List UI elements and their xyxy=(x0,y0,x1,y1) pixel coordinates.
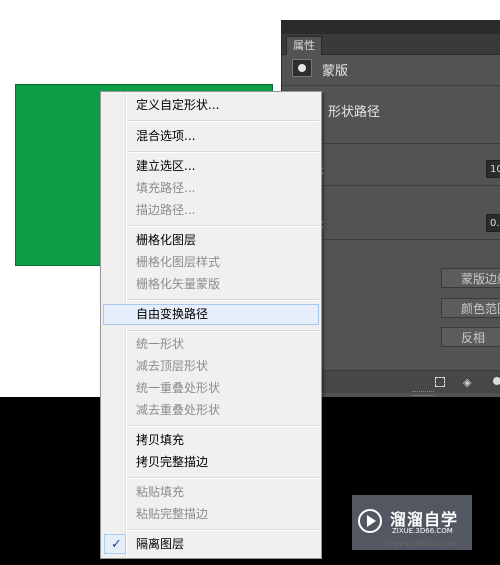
divider xyxy=(282,85,500,86)
menu-item-copy-complete-stroke[interactable]: 拷贝完整描边 xyxy=(103,452,319,473)
menu-item-isolate-layers[interactable]: ✓ 隔离图层 xyxy=(103,534,319,555)
menu-item-define-custom-shape[interactable]: 定义自定形状... xyxy=(103,95,319,116)
menu-item-unite-at-overlap[interactable]: 统一重叠处形状 xyxy=(103,378,319,399)
menu-item-rasterize-layer-style[interactable]: 栅格化图层样式 xyxy=(103,252,319,273)
menu-item-paste-fill[interactable]: 粘贴填充 xyxy=(103,482,319,503)
load-selection-icon[interactable] xyxy=(435,377,445,387)
play-logo-icon xyxy=(358,509,382,533)
mask-edge-button[interactable]: 蒙版边缘 xyxy=(441,268,500,288)
mask-icon xyxy=(292,59,312,77)
menu-separator xyxy=(128,120,319,122)
menu-item-stroke-path[interactable]: 描边路径... xyxy=(103,200,319,221)
menu-item-free-transform-path[interactable]: 自由变换路径 xyxy=(103,304,319,325)
resize-grip[interactable] xyxy=(412,391,434,396)
menu-item-subtract-front-shape[interactable]: 减去顶层形状 xyxy=(103,356,319,377)
menu-separator xyxy=(128,425,319,427)
menu-item-fill-path[interactable]: 填充路径... xyxy=(103,178,319,199)
menu-separator xyxy=(128,477,319,479)
menu-separator xyxy=(128,529,319,531)
visibility-icon[interactable] xyxy=(493,377,500,385)
menu-item-blending-options[interactable]: 混合选项... xyxy=(103,126,319,147)
invert-button[interactable]: 反相 xyxy=(441,327,500,347)
menu-separator xyxy=(128,299,319,301)
tab-properties[interactable]: 属性 xyxy=(286,36,322,55)
menu-item-make-selection[interactable]: 建立选区... xyxy=(103,156,319,177)
menu-separator xyxy=(128,225,319,227)
panel-title-bar[interactable] xyxy=(282,21,500,34)
apply-mask-icon[interactable]: ◈ xyxy=(463,377,471,388)
feather-input[interactable]: 0.0 xyxy=(486,214,500,232)
color-range-button[interactable]: 颜色范围 xyxy=(441,298,500,318)
menu-item-subtract-at-overlap[interactable]: 减去重叠处形状 xyxy=(103,400,319,421)
check-box: ✓ xyxy=(104,534,126,554)
menu-item-unite-shapes[interactable]: 统一形状 xyxy=(103,334,319,355)
menu-item-paste-complete-stroke[interactable]: 粘贴完整描边 xyxy=(103,504,319,525)
menu-item-copy-fill[interactable]: 拷贝填充 xyxy=(103,430,319,451)
mask-label: 蒙版 xyxy=(322,64,349,79)
menu-item-rasterize-layer[interactable]: 栅格化图层 xyxy=(103,230,319,251)
watermark-url: ZIXUE.3D66.COM xyxy=(392,527,453,535)
menu-separator xyxy=(128,330,319,332)
menu-separator xyxy=(128,151,319,153)
checkmark-icon: ✓ xyxy=(111,537,122,552)
density-input[interactable]: 10 xyxy=(486,160,500,178)
context-menu: 定义自定形状... 混合选项... 建立选区... 填充路径... 描边路径..… xyxy=(100,91,322,559)
watermark-bottom-text: jingyan.baidu.com xyxy=(384,539,458,548)
shape-path-label: 形状路径 xyxy=(328,105,381,120)
menu-item-rasterize-vector-mask[interactable]: 栅格化矢量蒙版 xyxy=(103,274,319,295)
